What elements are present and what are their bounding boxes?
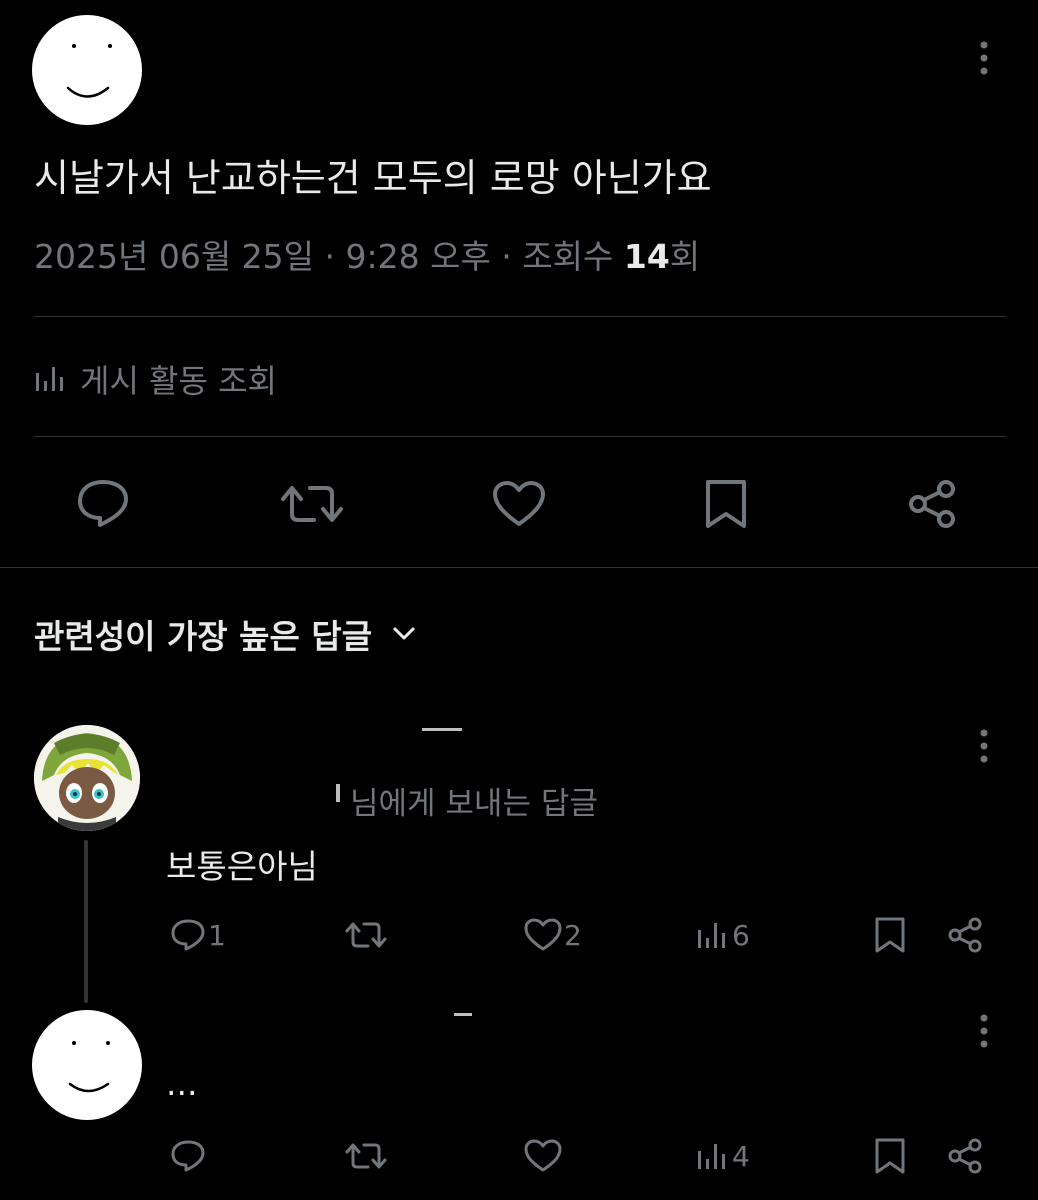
replying-to-label: 님에게 보내는 답글 — [350, 778, 598, 823]
blurred-username — [422, 728, 462, 731]
like-button[interactable] — [492, 480, 546, 528]
vertical-dots-icon — [980, 41, 988, 75]
replying-to-suffix: 님에게 보내는 답글 — [350, 786, 598, 822]
reply-text: 보통은아님 — [166, 847, 318, 886]
post-text: 시날가서 난교하는건 모두의 로망 아닌가요 — [34, 156, 712, 200]
bar-chart-icon — [36, 367, 63, 391]
bookmark-button[interactable] — [704, 478, 748, 530]
reply-more-button[interactable] — [978, 728, 990, 764]
post-more-button[interactable] — [978, 40, 990, 76]
smiley-face-icon — [66, 44, 112, 98]
reply-text: ... — [166, 1064, 198, 1103]
section-divider — [0, 567, 1038, 568]
smiley-face-icon — [68, 1041, 110, 1093]
bookmark-icon — [875, 1138, 905, 1174]
post-date: 2025년 06월 25일 · 9:28 오후 · 조회수 — [34, 237, 624, 276]
post-activity-link[interactable]: 게시 활동 조회 — [34, 354, 277, 404]
repost-arrows-icon — [345, 922, 387, 948]
reply-reply-button[interactable]: 1 — [170, 913, 226, 957]
blurred-handle — [336, 784, 340, 802]
heart-icon — [524, 1139, 562, 1172]
reply-bookmark-button[interactable] — [874, 913, 906, 957]
divider — [34, 316, 1006, 317]
reply-sort-dropdown[interactable]: 관련성이 가장 높은 답글 — [34, 608, 416, 660]
reply-repost-button[interactable] — [344, 913, 388, 957]
reply-sort-label: 관련성이 가장 높은 답글 — [34, 617, 373, 656]
reply-views-button[interactable]: 4 — [696, 1134, 750, 1178]
reply-like-button[interactable] — [524, 1134, 562, 1178]
heart-icon — [493, 481, 545, 526]
reply-bubble-icon — [171, 919, 205, 951]
blurred-username — [454, 1013, 472, 1016]
view-count: 14 — [623, 237, 670, 276]
post-meta: 2025년 06월 25일 · 9:28 오후 · 조회수 14회 — [34, 232, 700, 282]
reply-share-button[interactable] — [946, 913, 984, 957]
reply-more-button[interactable] — [978, 1013, 990, 1049]
view-count-suffix: 회 — [669, 237, 701, 276]
reply-button[interactable] — [76, 478, 130, 528]
like-count: 2 — [564, 918, 582, 952]
repost-arrows-icon — [345, 1143, 387, 1169]
views-count: 6 — [732, 918, 750, 952]
vertical-dots-icon — [980, 1014, 988, 1048]
reply-views-button[interactable]: 6 — [696, 913, 750, 957]
reply-repost-button[interactable] — [344, 1134, 388, 1178]
views-count: 4 — [732, 1139, 750, 1173]
share-nodes-icon — [948, 917, 982, 953]
bookmark-icon — [706, 480, 746, 528]
reply-share-button[interactable] — [946, 1134, 984, 1178]
reply-reply-button[interactable] — [170, 1134, 206, 1178]
reply-avatar[interactable] — [34, 725, 140, 831]
author-avatar[interactable] — [32, 15, 142, 125]
share-nodes-icon — [948, 1138, 982, 1174]
heart-icon — [524, 918, 562, 951]
post-activity-label: 게시 활동 조회 — [80, 362, 277, 400]
reply-bubble-icon — [78, 480, 128, 527]
bookmark-icon — [875, 917, 905, 953]
share-nodes-icon — [909, 480, 955, 528]
reply-count: 1 — [208, 918, 226, 952]
divider — [34, 436, 1006, 437]
repost-arrows-icon — [281, 486, 343, 522]
anime-character-avatar-icon — [34, 725, 140, 831]
bar-chart-icon — [698, 923, 725, 948]
reply-bookmark-button[interactable] — [874, 1134, 906, 1178]
vertical-dots-icon — [980, 729, 988, 763]
repost-button[interactable] — [280, 480, 344, 528]
share-button[interactable] — [906, 478, 960, 530]
bar-chart-icon — [698, 1144, 725, 1169]
reply-avatar[interactable] — [32, 1010, 142, 1120]
chevron-down-icon — [393, 627, 415, 640]
reply-bubble-icon — [171, 1140, 205, 1172]
thread-connector-line — [84, 840, 88, 1003]
reply-like-button[interactable]: 2 — [524, 913, 582, 957]
